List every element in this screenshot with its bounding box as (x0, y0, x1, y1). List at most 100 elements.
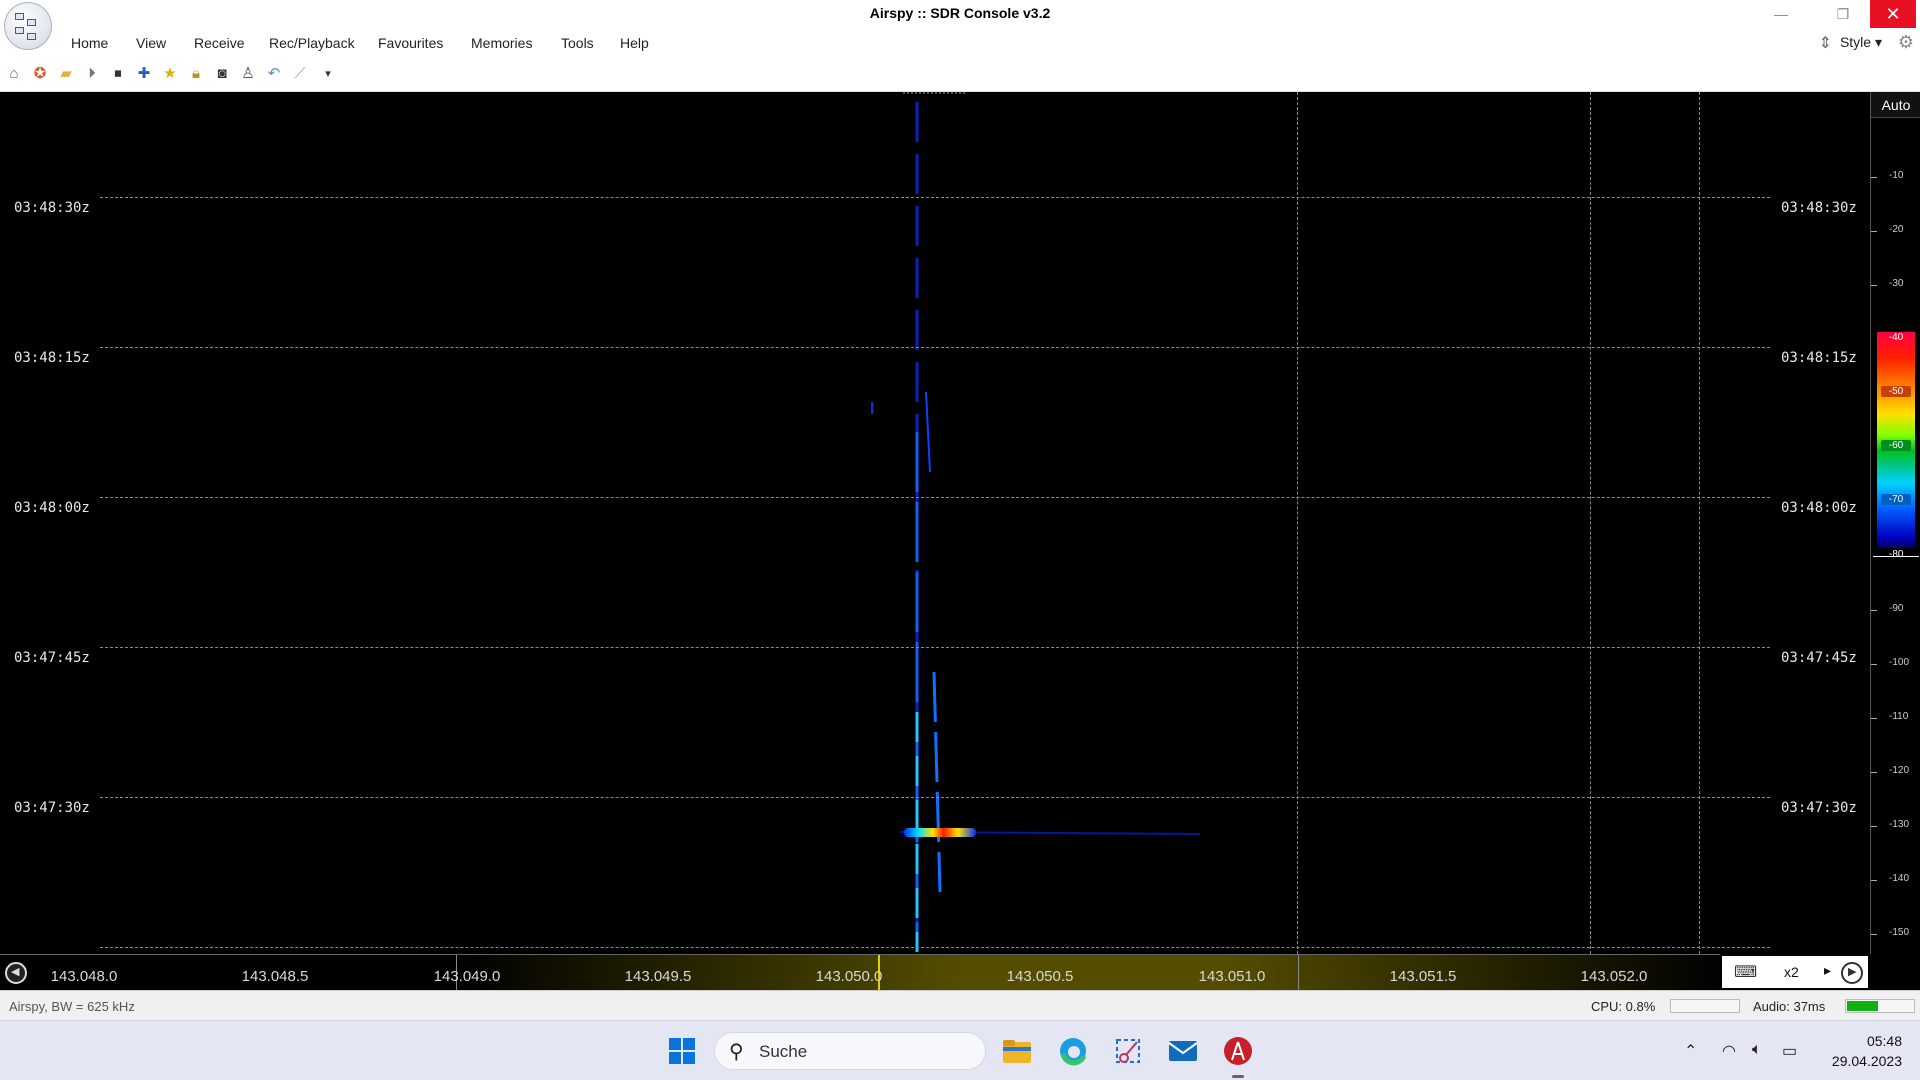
lock-icon[interactable]: 🔒︎ (186, 63, 206, 83)
frequency-marker-line (1590, 92, 1591, 954)
time-gridline (100, 947, 1770, 948)
menu-receive[interactable]: Receive (194, 35, 245, 51)
menu-tools[interactable]: Tools (561, 35, 594, 51)
favourite-star-icon[interactable]: ★ (160, 63, 180, 83)
sdr-console-icon[interactable] (1222, 1035, 1254, 1067)
restore-button[interactable]: ❐ (1820, 0, 1866, 28)
time-label-left: 03:48:15z (10, 348, 94, 368)
restore-icon: ❐ (1836, 5, 1850, 22)
frequency-tick-label: 143.049.0 (433, 968, 501, 985)
colour-map-label: -50 (1881, 386, 1911, 397)
add-icon[interactable]: ✚ (134, 63, 154, 83)
app-menu-orb-icon[interactable] (4, 2, 52, 50)
time-gridline (100, 797, 1770, 798)
show-hidden-icons-icon[interactable]: ⌃ (1684, 1041, 1697, 1061)
frequency-tick-label: 143.049.5 (624, 968, 692, 985)
satellite-icon[interactable]: ♙ (238, 63, 258, 83)
db-tick: -90 (1889, 603, 1904, 614)
frequency-tick-label: 143.051.5 (1389, 968, 1457, 985)
home-icon[interactable]: ⌂ (4, 63, 24, 83)
db-tick: -80 (1889, 549, 1904, 560)
collapse-ribbon-icon[interactable]: ⇕ (1819, 33, 1832, 53)
frequency-tick-label: 143.048.0 (50, 968, 118, 985)
system-clock[interactable]: 05:48 29.04.2023 (1832, 1031, 1902, 1071)
menu-home[interactable]: Home (71, 35, 108, 51)
time-label-left: 03:48:30z (10, 198, 94, 218)
cpu-usage-label: CPU: 0.8% (1591, 999, 1656, 1014)
battery-icon[interactable]: ▭ (1782, 1041, 1797, 1061)
time-label-right: 03:48:15z (1777, 348, 1861, 368)
search-placeholder: Suche (759, 1042, 808, 1061)
chart-icon[interactable]: ⟋ (290, 63, 310, 83)
cpu-usage-meter (1670, 999, 1740, 1013)
menu-memories[interactable]: Memories (471, 35, 532, 51)
wifi-icon[interactable]: ◠ (1722, 1041, 1736, 1061)
menu-favourites[interactable]: Favourites (378, 35, 443, 51)
auto-scale-button[interactable]: Auto (1871, 92, 1920, 118)
time-label-right: 03:47:45z (1777, 648, 1861, 668)
sdr-console-app: Airspy :: SDR Console v3.2 — ❐ ✕ Home Vi… (0, 0, 1920, 1080)
db-tick: -110 (1889, 711, 1909, 722)
menu-help[interactable]: Help (620, 35, 649, 51)
clock-date: 29.04.2023 (1831, 1053, 1902, 1069)
time-gridline (100, 197, 1770, 198)
taskbar-search-box[interactable]: ⚲ Suche (714, 1032, 986, 1070)
active-app-indicator (1232, 1075, 1244, 1078)
time-gridline (100, 647, 1770, 648)
frequency-axis[interactable]: ◀ 143.048.0 143.048.5 143.049.0 143.049.… (0, 954, 1920, 990)
minimize-button[interactable]: — (1758, 0, 1804, 28)
db-scale[interactable]: Auto -10 -20 -30 -40 -50 -60 -70 -80 -90… (1870, 92, 1920, 954)
style-dropdown[interactable]: Style ▾ (1840, 34, 1882, 51)
db-tick: -140 (1889, 873, 1910, 884)
lifebuoy-icon[interactable]: ✪ (30, 63, 50, 83)
camera-icon[interactable]: ◙ (212, 63, 232, 83)
zoom-next-icon[interactable]: ▸ (1824, 962, 1831, 979)
close-icon: ✕ (1885, 3, 1901, 24)
keyboard-icon[interactable]: ⌨ (1734, 962, 1758, 981)
undo-icon[interactable]: ↶ (264, 63, 284, 83)
quick-access-toolbar: ⌂ ✪ ▰ ⏵ ⏹ ✚ ★ 🔒︎ ◙ ♙ ↶ ⟋ ▾ (0, 58, 1920, 92)
windows-start-icon[interactable] (666, 1035, 698, 1067)
file-explorer-icon[interactable] (1001, 1035, 1033, 1067)
frequency-tick-label: 143.051.0 (1198, 968, 1266, 985)
time-label-right: 03:48:00z (1777, 498, 1861, 518)
folder-icon[interactable]: ▰ (56, 63, 76, 83)
window-title: Airspy :: SDR Console v3.2 (869, 5, 1051, 21)
snipping-tool-icon[interactable] (1112, 1035, 1144, 1067)
db-tick: -100 (1889, 657, 1910, 668)
time-gridline (100, 347, 1770, 348)
close-button[interactable]: ✕ (1870, 0, 1916, 28)
time-gridline (100, 497, 1770, 498)
scroll-left-button[interactable]: ◀ (5, 962, 27, 984)
zoom-level[interactable]: x2 (1784, 964, 1799, 980)
menu-bar: Home View Receive Rec/Playback Favourite… (0, 28, 1920, 58)
menu-view[interactable]: View (136, 35, 166, 51)
audio-level-fill (1847, 1001, 1878, 1011)
speaker-muted-icon[interactable]: 🔈︎ (1752, 1041, 1762, 1059)
windows-taskbar: ⚲ Suche ⌃ ◠ 🔈︎ ▭ 05:48 29.04.2023 (0, 1020, 1920, 1080)
style-label: Style (1839, 34, 1872, 50)
menu-rec-playback[interactable]: Rec/Playback (269, 35, 355, 51)
db-tick: -130 (1889, 819, 1910, 830)
audio-level-meter (1845, 999, 1915, 1013)
waterfall-display[interactable]: 03:48:30z 03:48:15z 03:48:00z 03:47:45z … (0, 92, 1870, 954)
mail-icon[interactable] (1167, 1035, 1199, 1067)
frequency-marker-line (1699, 92, 1700, 954)
minimize-icon: — (1774, 6, 1788, 22)
overflow-chevron-icon[interactable]: ▾ (318, 63, 338, 83)
time-label-left: 03:47:45z (10, 648, 94, 668)
play-icon[interactable]: ⏵ (82, 63, 102, 83)
time-label-left: 03:47:30z (10, 798, 94, 818)
edge-browser-icon[interactable] (1057, 1035, 1089, 1067)
frequency-tick-label: 143.050.0 (815, 968, 883, 985)
stop-icon[interactable]: ⏹ (108, 63, 128, 83)
colour-map-label: -70 (1881, 494, 1911, 505)
time-label-left: 03:48:00z (10, 498, 94, 518)
splitter-handle[interactable] (903, 92, 965, 94)
status-bar: Airspy, BW = 625 kHz CPU: 0.8% Audio: 37… (0, 990, 1920, 1020)
db-tick: -30 (1889, 278, 1904, 289)
frequency-marker-line (1297, 92, 1298, 954)
settings-gear-icon[interactable]: ⚙ (1898, 32, 1914, 53)
time-label-right: 03:47:30z (1777, 798, 1861, 818)
scroll-right-button[interactable]: ▶ (1841, 962, 1863, 984)
